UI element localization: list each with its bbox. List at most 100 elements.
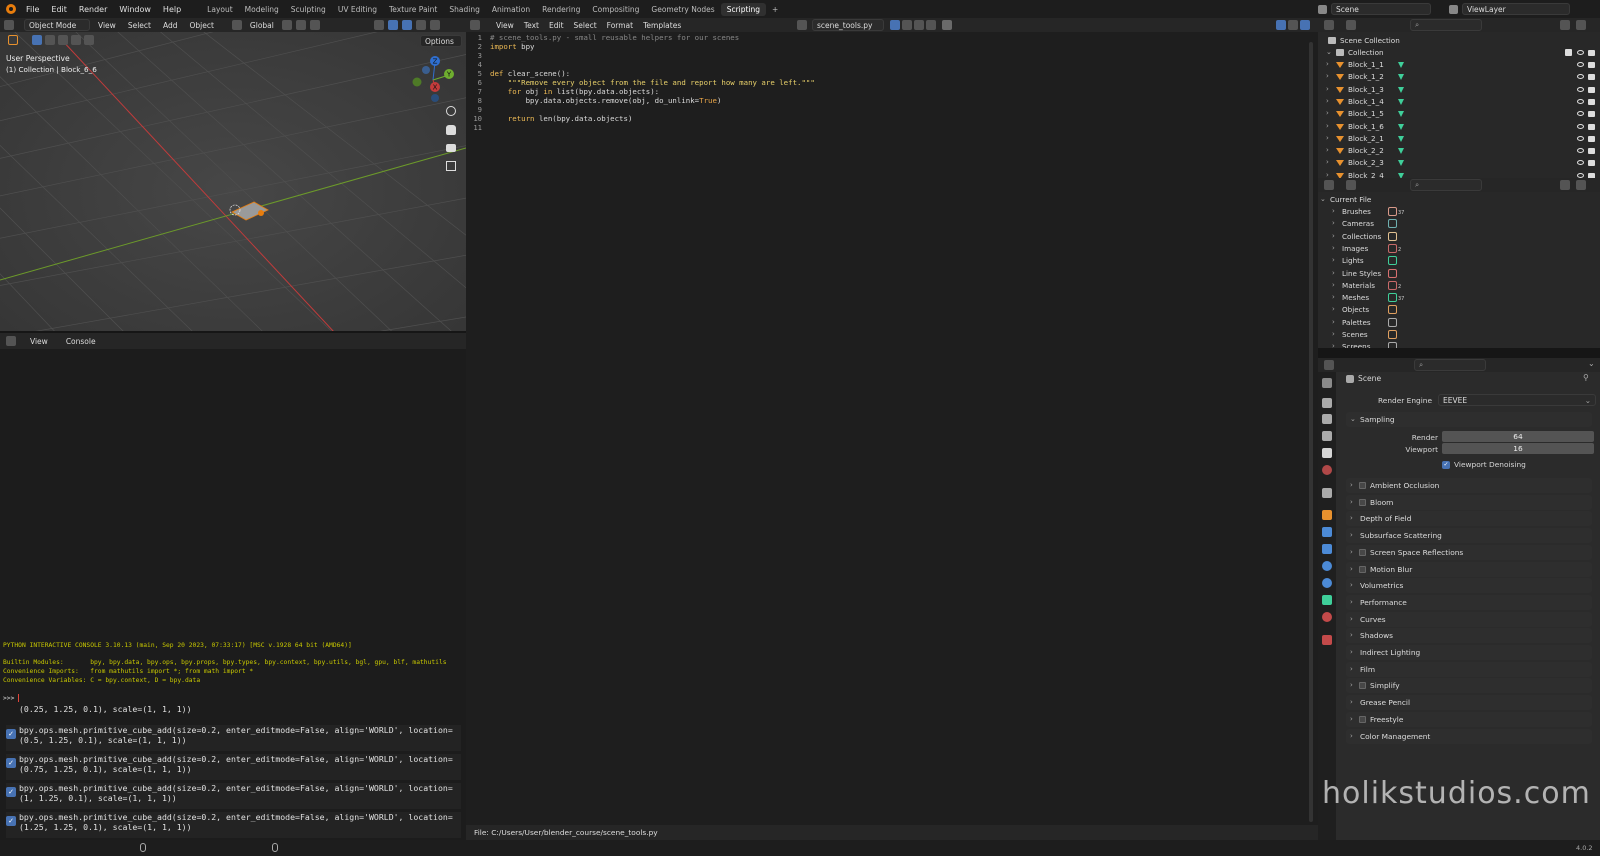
panel-enable-checkbox[interactable]	[1359, 565, 1366, 573]
eye-icon[interactable]	[1577, 86, 1584, 92]
pivot-icon[interactable]	[281, 20, 292, 30]
eye-icon[interactable]	[1577, 123, 1584, 129]
texture-tab-icon[interactable]	[1322, 635, 1332, 645]
view-layer-selector[interactable]: ViewLayer	[1462, 3, 1570, 15]
filter-icon[interactable]	[1560, 20, 1570, 30]
filter-icon[interactable]	[1560, 180, 1570, 190]
blend-file-item[interactable]: › Lights	[1318, 255, 1600, 267]
unlink-text-icon[interactable]	[926, 20, 936, 30]
tab-scripting[interactable]: Scripting	[720, 2, 767, 16]
chevron-right-icon[interactable]: ›	[1332, 281, 1335, 289]
tab-texture-paint[interactable]: Texture Paint	[383, 3, 443, 16]
tab-uv-editing[interactable]: UV Editing	[332, 3, 383, 16]
scene-tab-icon[interactable]	[1322, 448, 1332, 458]
word-wrap-toggle-icon[interactable]	[1288, 20, 1298, 30]
console-prompt[interactable]: >>>	[3, 694, 20, 702]
panel-subsurface-scattering[interactable]: › Subsurface Scattering	[1346, 528, 1592, 544]
viewport-samples-field[interactable]: 16	[1442, 443, 1594, 454]
navigation-gizmo[interactable]: Z Y X	[408, 54, 458, 104]
menu-templates[interactable]: Templates	[639, 21, 685, 30]
pan-hand-icon[interactable]	[446, 125, 456, 135]
panel-motion-blur[interactable]: › Motion Blur	[1346, 561, 1592, 577]
tab-geometry-nodes[interactable]: Geometry Nodes	[645, 3, 720, 16]
chevron-right-icon[interactable]: ›	[1332, 207, 1335, 215]
blend-file-item[interactable]: › Line Styles	[1318, 268, 1600, 280]
python-console[interactable]: View Console PYTHON INTERACTIVE CONSOLE …	[0, 333, 466, 703]
perspective-grid-icon[interactable]	[446, 161, 456, 171]
output-tab-icon[interactable]	[1322, 414, 1332, 424]
xray-toggle-icon[interactable]	[415, 20, 426, 30]
menu-render[interactable]: Render	[73, 5, 113, 14]
outliner-item[interactable]: › Block_2_3	[1318, 157, 1600, 169]
select-mode-invert-icon[interactable]	[71, 35, 81, 45]
menu-file[interactable]: File	[20, 5, 45, 14]
chevron-right-icon[interactable]: ›	[1332, 219, 1335, 227]
exclude-checkbox-icon[interactable]	[1565, 49, 1572, 56]
chevron-right-icon[interactable]: ›	[1326, 72, 1329, 80]
chevron-right-icon[interactable]: ›	[1332, 330, 1335, 338]
eye-icon[interactable]	[1577, 160, 1584, 166]
chevron-right-icon[interactable]: ›	[1332, 232, 1335, 240]
constraints-tab-icon[interactable]	[1322, 578, 1332, 588]
outliner[interactable]: ⌕ Scene Collection ⌄ Collection › Block_1…	[1318, 18, 1600, 178]
chevron-right-icon[interactable]: ›	[1332, 342, 1335, 348]
menu-edit[interactable]: Edit	[45, 5, 73, 14]
overlay-toggle-icon[interactable]	[401, 20, 412, 30]
text-editor[interactable]: View Text Edit Select Format Templates s…	[466, 18, 1318, 840]
view-layer-tab-icon[interactable]	[1322, 431, 1332, 441]
menu-view[interactable]: View	[94, 21, 120, 30]
tool-tab-icon[interactable]	[1322, 378, 1332, 388]
outliner-collection[interactable]: ⌄ Collection	[1318, 47, 1600, 59]
physics-tab-icon[interactable]	[1322, 561, 1332, 571]
gizmo-toggle-icon[interactable]	[387, 20, 398, 30]
chevron-right-icon[interactable]: ›	[1326, 171, 1329, 178]
log-entry[interactable]: ✓ bpy.ops.mesh.primitive_cube_add(size=0…	[6, 783, 461, 809]
visibility-icon[interactable]	[373, 20, 384, 30]
panel-bloom[interactable]: › Bloom	[1346, 494, 1592, 510]
properties-search-input[interactable]: ⌕	[1414, 359, 1486, 371]
editor-type-icon[interactable]	[6, 336, 16, 346]
camera-icon[interactable]	[1588, 86, 1595, 93]
menu-help[interactable]: Help	[157, 5, 187, 14]
blend-file-item[interactable]: › Scenes	[1318, 329, 1600, 341]
blender-logo-icon[interactable]	[6, 4, 16, 14]
menu-console[interactable]: Console	[62, 337, 100, 346]
orientation-selector[interactable]: Global	[246, 21, 278, 30]
fake-user-icon[interactable]	[890, 20, 900, 30]
select-mode-subtract-icon[interactable]	[58, 35, 68, 45]
panel-performance[interactable]: › Performance	[1346, 594, 1592, 610]
camera-icon[interactable]	[1588, 50, 1595, 56]
chevron-right-icon[interactable]: ›	[1326, 109, 1329, 117]
tab-animation[interactable]: Animation	[486, 3, 536, 16]
blend-file-item[interactable]: › Materials 2	[1318, 280, 1600, 292]
panel-depth-of-field[interactable]: › Depth of Field	[1346, 511, 1592, 527]
chevron-right-icon[interactable]: ›	[1332, 305, 1335, 313]
modifier-tab-icon[interactable]	[1322, 527, 1332, 537]
render-engine-dropdown[interactable]: EEVEE ⌄	[1438, 394, 1596, 406]
select-mode-new-icon[interactable]	[32, 35, 42, 45]
new-collection-icon[interactable]	[1576, 20, 1586, 30]
camera-icon[interactable]	[1588, 74, 1595, 81]
add-workspace-icon[interactable]: +	[766, 3, 784, 16]
outliner-item[interactable]: › Block_1_5	[1318, 108, 1600, 120]
display-mode-icon[interactable]	[1346, 20, 1356, 30]
chevron-right-icon[interactable]: ›	[1326, 85, 1329, 93]
panel-enable-checkbox[interactable]	[1359, 682, 1366, 690]
chevron-right-icon[interactable]: ›	[1326, 122, 1329, 130]
editor-scrollbar[interactable]	[1309, 42, 1313, 822]
world-tab-icon[interactable]	[1322, 465, 1332, 475]
chevron-right-icon[interactable]: ›	[1326, 97, 1329, 105]
outliner-item[interactable]: › Block_2_2	[1318, 145, 1600, 157]
menu-select[interactable]: Select	[570, 21, 601, 30]
chevron-right-icon[interactable]: ›	[1326, 158, 1329, 166]
camera-icon[interactable]	[1588, 123, 1595, 130]
tab-compositing[interactable]: Compositing	[586, 3, 645, 16]
editor-type-icon[interactable]	[4, 20, 14, 30]
chevron-down-icon[interactable]: ⌄	[1320, 195, 1326, 203]
camera-icon[interactable]	[1588, 135, 1595, 142]
menu-view[interactable]: View	[26, 337, 52, 346]
camera-icon[interactable]	[1588, 98, 1595, 105]
snap-icon[interactable]	[295, 20, 306, 30]
eye-icon[interactable]	[1577, 148, 1584, 154]
tab-layout[interactable]: Layout	[201, 3, 239, 16]
